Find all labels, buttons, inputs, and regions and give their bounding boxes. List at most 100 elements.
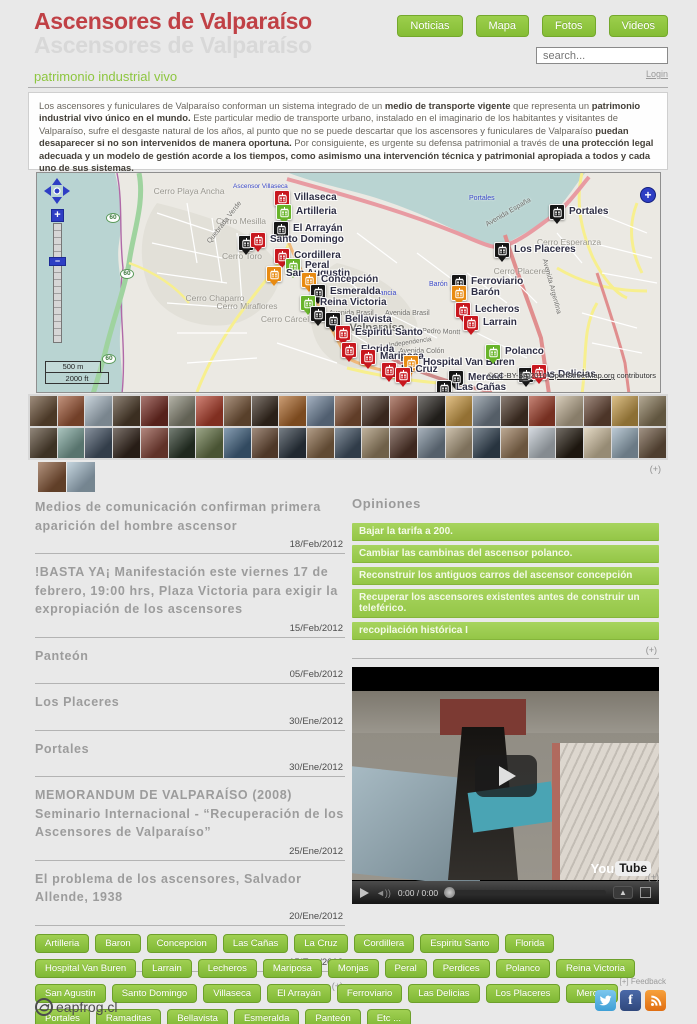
opinion-bar[interactable]: Cambiar las cambinas del ascensor polanc… xyxy=(352,545,659,563)
video-play-button[interactable] xyxy=(475,755,537,797)
map-marker-florida[interactable]: Florida xyxy=(341,342,357,358)
photo-thumbnail[interactable] xyxy=(30,428,57,458)
photo-thumbnail[interactable] xyxy=(473,396,500,426)
map-marker-san-augustin[interactable]: San Augustin xyxy=(266,266,282,282)
photo-thumbnail[interactable] xyxy=(113,428,140,458)
photo-thumbnail[interactable] xyxy=(224,396,251,426)
tag-button-la-cruz[interactable]: La Cruz xyxy=(294,934,347,953)
zoom-in-button[interactable]: + xyxy=(51,209,64,222)
news-item[interactable]: El problema de los ascensores, Salvador … xyxy=(35,870,345,926)
news-item[interactable]: !BASTA YA¡ Manifestación este viernes 17… xyxy=(35,563,345,638)
photo-thumbnail[interactable] xyxy=(38,462,66,492)
tag-button-florida[interactable]: Florida xyxy=(505,934,554,953)
photo-thumbnail[interactable] xyxy=(612,396,639,426)
photo-thumbnail[interactable] xyxy=(335,428,362,458)
video-scrubber[interactable] xyxy=(444,887,455,898)
leapfrog-brand[interactable]: eapfrog.cl xyxy=(35,998,117,1016)
map-marker-bar-n[interactable]: Barón xyxy=(451,285,467,301)
search-input[interactable] xyxy=(536,47,668,64)
map-marker-artilleria[interactable]: Artilleria xyxy=(276,204,292,220)
video-player[interactable]: You Tube ◄)) 0:00 / 0:00 ▲ xyxy=(352,667,659,904)
tag-button-perdices[interactable]: Perdices xyxy=(433,959,490,978)
gallery-more-link[interactable]: (+) xyxy=(650,464,661,474)
video-progress-bar[interactable] xyxy=(445,890,606,895)
photo-thumbnail[interactable] xyxy=(113,396,140,426)
opinions-more-link[interactable]: (+) xyxy=(352,644,659,658)
fullscreen-icon[interactable] xyxy=(640,887,651,898)
photo-thumbnail[interactable] xyxy=(529,396,556,426)
photo-thumbnail[interactable] xyxy=(390,428,417,458)
photo-thumbnail[interactable] xyxy=(612,428,639,458)
map-marker-portales[interactable]: Portales xyxy=(549,204,565,220)
photo-thumbnail[interactable] xyxy=(252,428,279,458)
tag-button-hospital-van-buren[interactable]: Hospital Van Buren xyxy=(35,959,136,978)
map-marker[interactable] xyxy=(395,367,411,383)
news-item[interactable]: MEMORANDUM DE VALPARAÍSO (2008) Seminari… xyxy=(35,786,345,861)
feedback-link[interactable]: [+] Feedback xyxy=(620,977,666,986)
photo-thumbnail[interactable] xyxy=(307,428,334,458)
map-marker-esp-ritu-santo[interactable]: Espíritu Santo xyxy=(335,325,351,341)
map-marker-larrain[interactable]: Larrain xyxy=(463,315,479,331)
photo-thumbnail[interactable] xyxy=(556,428,583,458)
video-play-control[interactable] xyxy=(360,888,369,898)
tag-button-las-ca-as[interactable]: Las Cañas xyxy=(223,934,288,953)
photo-thumbnail[interactable] xyxy=(196,428,223,458)
tag-button-baron[interactable]: Baron xyxy=(95,934,140,953)
photo-thumbnail[interactable] xyxy=(252,396,279,426)
opinion-bar[interactable]: recopilación histórica I xyxy=(352,622,659,640)
photo-thumbnail[interactable] xyxy=(58,396,85,426)
photo-thumbnail[interactable] xyxy=(335,396,362,426)
nav-button-mapa[interactable]: Mapa xyxy=(476,15,530,37)
nav-button-fotos[interactable]: Fotos xyxy=(542,15,596,37)
video-quality-button[interactable]: ▲ xyxy=(613,886,633,899)
tag-button-pante-n[interactable]: Panteón xyxy=(305,1009,360,1024)
photo-thumbnail[interactable] xyxy=(446,396,473,426)
map-marker-santo-domingo[interactable]: Santo Domingo xyxy=(250,232,266,248)
opinion-bar[interactable]: Bajar la tarifa a 200. xyxy=(352,523,659,541)
photo-thumbnail[interactable] xyxy=(473,428,500,458)
tag-button-etc[interactable]: Etc ... xyxy=(367,1009,411,1024)
tag-button-peral[interactable]: Peral xyxy=(385,959,427,978)
photo-thumbnail[interactable] xyxy=(169,428,196,458)
opinion-bar[interactable]: Reconstruir los antiguos carros del asce… xyxy=(352,567,659,585)
photo-thumbnail[interactable] xyxy=(169,396,196,426)
tag-button-las-delicias[interactable]: Las Delicias xyxy=(408,984,479,1003)
photo-thumbnail[interactable] xyxy=(446,428,473,458)
zoom-slider-track[interactable] xyxy=(53,223,62,343)
photo-thumbnail[interactable] xyxy=(501,428,528,458)
tag-button-concepcion[interactable]: Concepcion xyxy=(147,934,217,953)
photo-thumbnail[interactable] xyxy=(30,396,57,426)
photo-thumbnail[interactable] xyxy=(224,428,251,458)
nav-button-videos[interactable]: Videos xyxy=(609,15,668,37)
tag-button-esmeralda[interactable]: Esmeralda xyxy=(234,1009,299,1024)
map-marker-polanco[interactable]: Polanco xyxy=(485,344,501,360)
volume-icon[interactable]: ◄)) xyxy=(376,888,391,898)
tag-button-larrain[interactable]: Larrain xyxy=(142,959,192,978)
tag-button-monjas[interactable]: Monjas xyxy=(328,959,379,978)
map-marker-los-placeres[interactable]: Los Placeres xyxy=(494,242,510,258)
photo-thumbnail[interactable] xyxy=(584,428,611,458)
tag-button-lecheros[interactable]: Lecheros xyxy=(198,959,257,978)
facebook-icon[interactable]: f xyxy=(620,990,641,1011)
rss-icon[interactable] xyxy=(645,990,666,1011)
tag-button-artilleria[interactable]: Artilleria xyxy=(35,934,89,953)
zoom-slider-handle[interactable]: − xyxy=(49,257,66,266)
photo-thumbnail[interactable] xyxy=(556,396,583,426)
video-more-link[interactable]: (+) xyxy=(648,872,659,882)
photo-thumbnail[interactable] xyxy=(362,428,389,458)
login-link[interactable]: Login xyxy=(646,69,668,79)
photo-thumbnail[interactable] xyxy=(501,396,528,426)
photo-thumbnail[interactable] xyxy=(584,396,611,426)
photo-thumbnail[interactable] xyxy=(279,428,306,458)
photo-thumbnail[interactable] xyxy=(196,396,223,426)
attribution-osm-link[interactable]: OpenStreetMap.org xyxy=(549,371,615,380)
map[interactable]: Cerro Playa AnchaCerro MesillaCerro Toro… xyxy=(36,172,661,393)
nav-button-noticias[interactable]: Noticias xyxy=(397,15,462,37)
photo-thumbnail[interactable] xyxy=(362,396,389,426)
photo-thumbnail[interactable] xyxy=(418,396,445,426)
tag-button-bellavista[interactable]: Bellavista xyxy=(167,1009,228,1024)
photo-thumbnail[interactable] xyxy=(85,396,112,426)
photo-thumbnail[interactable] xyxy=(141,428,168,458)
tag-button-espiritu-santo[interactable]: Espiritu Santo xyxy=(420,934,499,953)
photo-thumbnail[interactable] xyxy=(390,396,417,426)
